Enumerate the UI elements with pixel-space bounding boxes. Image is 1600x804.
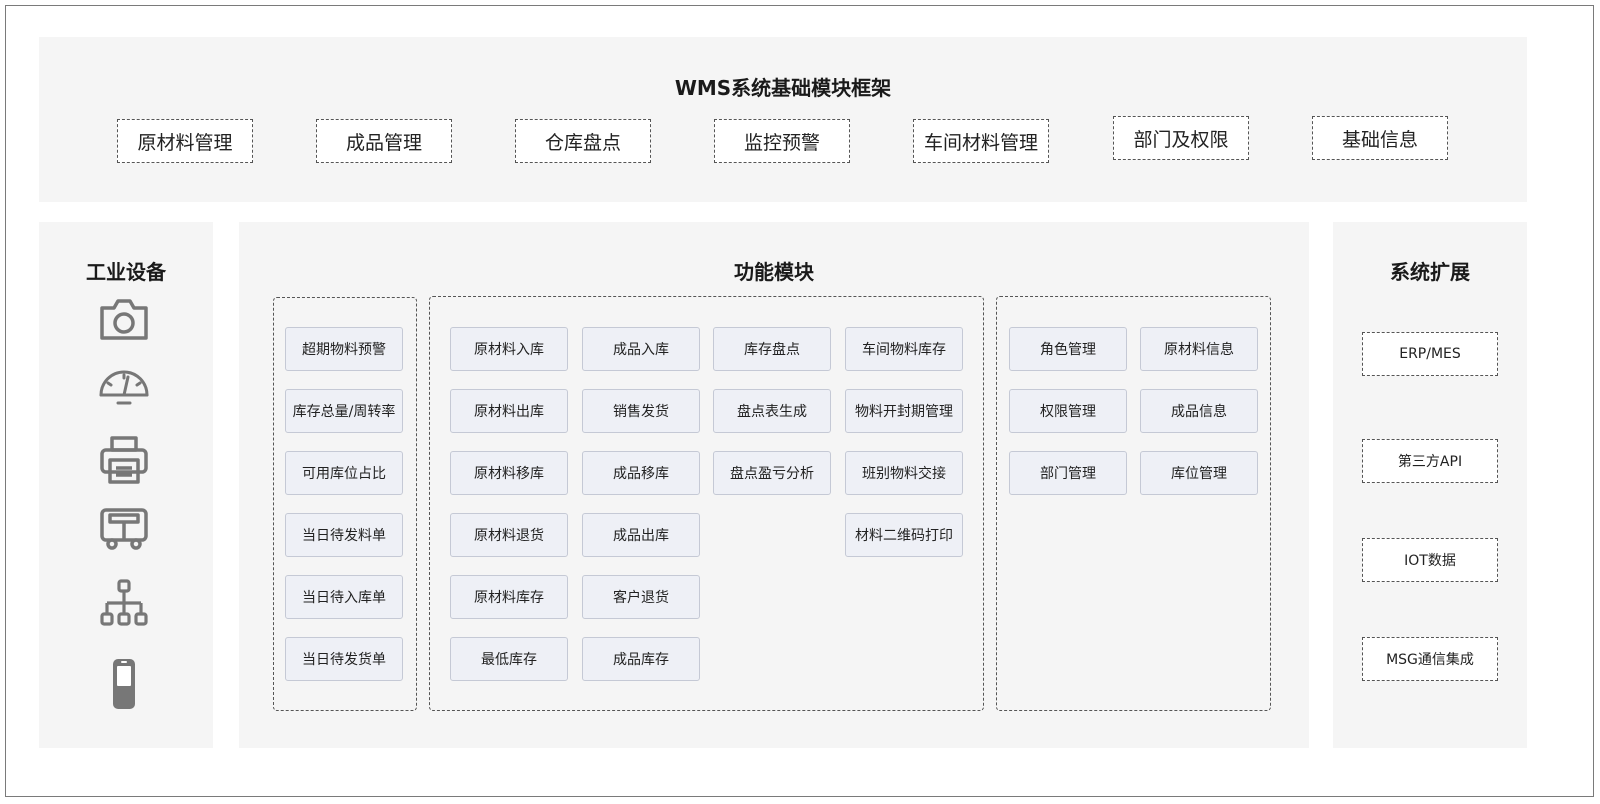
gauge-icon [96, 357, 152, 413]
module-department-permission[interactable]: 部门及权限 [1113, 116, 1249, 160]
monitor-item[interactable]: 当日待发货单 [285, 637, 403, 681]
extension-msg-integration[interactable]: MSG通信集成 [1362, 637, 1498, 681]
module-finished-product[interactable]: 成品管理 [316, 119, 452, 163]
monitor-item[interactable]: 当日待发料单 [285, 513, 403, 557]
finished-product-item[interactable]: 成品移库 [582, 451, 700, 495]
basic-info-item[interactable]: 库位管理 [1140, 451, 1258, 495]
raw-material-item[interactable]: 原材料出库 [450, 389, 568, 433]
equipment-title: 工业设备 [86, 260, 166, 284]
workshop-item[interactable]: 班别物料交接 [845, 451, 963, 495]
extension-third-party-api[interactable]: 第三方API [1362, 439, 1498, 483]
finished-product-item[interactable]: 成品入库 [582, 327, 700, 371]
handheld-scanner-icon [96, 655, 152, 711]
finished-product-item[interactable]: 成品出库 [582, 513, 700, 557]
monitor-item[interactable]: 可用库位占比 [285, 451, 403, 495]
hierarchy-icon [96, 576, 152, 632]
permission-item[interactable]: 权限管理 [1009, 389, 1127, 433]
raw-material-item[interactable]: 原材料入库 [450, 327, 568, 371]
basic-info-item[interactable]: 成品信息 [1140, 389, 1258, 433]
extension-title: 系统扩展 [1390, 260, 1470, 284]
inventory-count-item[interactable]: 库存盘点 [713, 327, 831, 371]
raw-material-item[interactable]: 最低库存 [450, 637, 568, 681]
extension-erp-mes[interactable]: ERP/MES [1362, 332, 1498, 376]
inventory-count-item[interactable]: 盘点盈亏分析 [713, 451, 831, 495]
raw-material-item[interactable]: 原材料移库 [450, 451, 568, 495]
camera-icon [96, 292, 152, 348]
workshop-item[interactable]: 车间物料库存 [845, 327, 963, 371]
finished-product-item[interactable]: 成品库存 [582, 637, 700, 681]
module-basic-info[interactable]: 基础信息 [1312, 116, 1448, 160]
workshop-item[interactable]: 材料二维码打印 [845, 513, 963, 557]
vehicle-icon [96, 500, 152, 556]
monitor-item[interactable]: 当日待入库单 [285, 575, 403, 619]
basic-info-item[interactable]: 原材料信息 [1140, 327, 1258, 371]
finished-product-item[interactable]: 客户退货 [582, 575, 700, 619]
permission-item[interactable]: 部门管理 [1009, 451, 1127, 495]
framework-title: WMS系统基础模块框架 [674, 76, 892, 100]
module-inventory-count[interactable]: 仓库盘点 [515, 119, 651, 163]
raw-material-item[interactable]: 原材料退货 [450, 513, 568, 557]
finished-product-item[interactable]: 销售发货 [582, 389, 700, 433]
module-workshop-material[interactable]: 车间材料管理 [913, 119, 1049, 163]
inventory-count-item[interactable]: 盘点表生成 [713, 389, 831, 433]
function-title: 功能模块 [734, 260, 814, 284]
raw-material-item[interactable]: 原材料库存 [450, 575, 568, 619]
monitor-item[interactable]: 库存总量/周转率 [285, 389, 403, 433]
extension-iot-data[interactable]: IOT数据 [1362, 538, 1498, 582]
workshop-item[interactable]: 物料开封期管理 [845, 389, 963, 433]
module-raw-material[interactable]: 原材料管理 [117, 119, 253, 163]
module-monitoring-alert[interactable]: 监控预警 [714, 119, 850, 163]
printer-icon [96, 432, 152, 488]
monitor-item[interactable]: 超期物料预警 [285, 327, 403, 371]
permission-item[interactable]: 角色管理 [1009, 327, 1127, 371]
